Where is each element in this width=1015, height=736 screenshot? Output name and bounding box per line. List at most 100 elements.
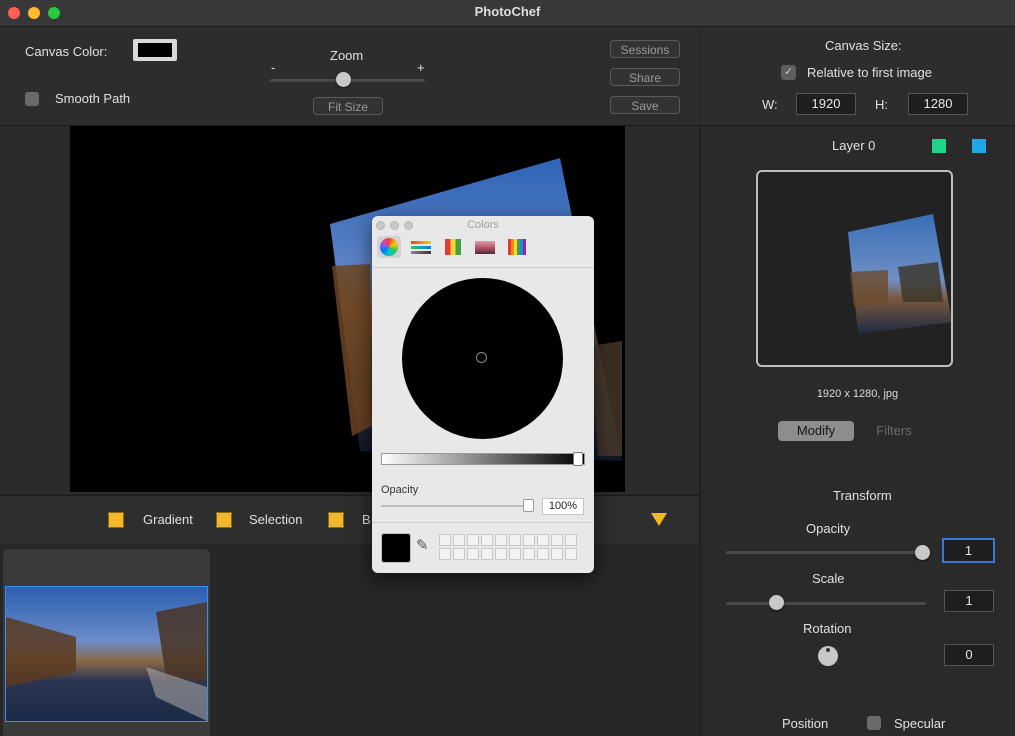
- layer-preview[interactable]: [756, 170, 953, 367]
- canvas-color-label: Canvas Color:: [25, 44, 108, 59]
- color-swatch[interactable]: [565, 534, 577, 546]
- window-title: PhotoChef: [474, 4, 541, 19]
- color-opacity-slider[interactable]: [381, 505, 531, 507]
- minimize-window-button[interactable]: [28, 7, 40, 19]
- scale-field[interactable]: 1: [944, 590, 994, 612]
- layer-info: 1920 x 1280, jpg: [816, 388, 899, 400]
- brightness-slider[interactable]: [381, 453, 585, 465]
- third-tool-toggle[interactable]: [328, 512, 344, 528]
- color-swatch[interactable]: [509, 548, 521, 560]
- canvas-width-field[interactable]: 1920: [796, 93, 856, 115]
- height-label: H:: [875, 97, 888, 112]
- color-swatch[interactable]: [453, 548, 465, 560]
- color-opacity-knob[interactable]: [523, 499, 534, 512]
- colors-minimize-button[interactable]: [390, 221, 399, 230]
- image-palettes-icon: [475, 241, 495, 254]
- color-opacity-field[interactable]: 100%: [542, 498, 584, 515]
- color-swatch[interactable]: [439, 534, 451, 546]
- color-sliders-tab[interactable]: [409, 236, 433, 258]
- opacity-label: Opacity: [806, 521, 851, 536]
- color-swatch[interactable]: [439, 548, 451, 560]
- canvas-color-swatch: [138, 43, 172, 57]
- zoom-plus-label: +: [417, 60, 425, 75]
- color-swatch[interactable]: [495, 534, 507, 546]
- transform-title: Transform: [833, 488, 892, 503]
- layer-color-green[interactable]: [932, 139, 946, 153]
- colors-panel: Colors Opacity 100% ✎: [372, 216, 594, 573]
- colors-close-button[interactable]: [376, 221, 385, 230]
- tab-modify[interactable]: Modify: [778, 421, 854, 441]
- selection-toggle[interactable]: [216, 512, 232, 528]
- selection-label: Selection: [249, 512, 303, 527]
- brightness-slider-knob[interactable]: [573, 452, 583, 466]
- share-button[interactable]: Share: [610, 68, 680, 86]
- color-swatch[interactable]: [551, 534, 563, 546]
- close-window-button[interactable]: [8, 7, 20, 19]
- gradient-toggle[interactable]: [108, 512, 124, 528]
- scale-slider-track[interactable]: [726, 602, 926, 605]
- relative-checkbox[interactable]: ✓: [781, 65, 796, 80]
- pencils-tab[interactable]: [505, 236, 529, 258]
- color-swatch[interactable]: [467, 548, 479, 560]
- zoom-minus-label: -: [271, 60, 276, 75]
- color-wheel-icon: [380, 238, 398, 256]
- width-label: W:: [762, 97, 778, 112]
- layer-color-blue[interactable]: [972, 139, 986, 153]
- canvas-height-field[interactable]: 1280: [908, 93, 968, 115]
- rotation-field[interactable]: 0: [944, 644, 994, 666]
- color-swatch[interactable]: [523, 548, 535, 560]
- zoom-slider-knob[interactable]: [336, 72, 351, 87]
- image-palettes-tab[interactable]: [473, 236, 497, 258]
- scale-slider-knob[interactable]: [769, 595, 784, 610]
- eyedropper-icon[interactable]: ✎: [416, 537, 432, 555]
- tab-filters[interactable]: Filters: [856, 421, 932, 441]
- color-opacity-label: Opacity: [381, 484, 419, 496]
- relative-to-first-image-label: Relative to first image: [807, 65, 932, 80]
- color-swatch[interactable]: [509, 534, 521, 546]
- colors-zoom-button[interactable]: [404, 221, 413, 230]
- specular-label: Specular: [894, 716, 946, 731]
- gradient-label: Gradient: [143, 512, 193, 527]
- image-thumbnail-card[interactable]: [3, 549, 210, 736]
- layer-name: Layer 0: [832, 138, 876, 153]
- canvas-size-title: Canvas Size:: [825, 38, 902, 53]
- title-bar: PhotoChef: [0, 0, 1015, 27]
- sessions-button[interactable]: Sessions: [610, 40, 680, 58]
- triangle-down-icon[interactable]: [651, 513, 667, 526]
- color-swatch[interactable]: [495, 548, 507, 560]
- color-palettes-tab[interactable]: [441, 236, 465, 258]
- position-label: Position: [782, 716, 829, 731]
- rotation-label: Rotation: [803, 621, 852, 636]
- specular-checkbox[interactable]: [867, 716, 881, 730]
- color-wheel-tab[interactable]: [377, 236, 401, 258]
- opacity-field[interactable]: 1: [942, 538, 995, 563]
- rotation-dial[interactable]: [818, 646, 838, 666]
- colors-divider: [372, 267, 594, 268]
- color-wheel[interactable]: [402, 278, 563, 439]
- color-swatch[interactable]: [565, 548, 577, 560]
- save-button[interactable]: Save: [610, 96, 680, 114]
- color-swatch[interactable]: [467, 534, 479, 546]
- opacity-slider-track[interactable]: [726, 551, 926, 554]
- smooth-path-label: Smooth Path: [55, 91, 131, 106]
- current-color-well[interactable]: [381, 533, 411, 563]
- zoom-label: Zoom: [330, 48, 364, 63]
- layer-thumbnail-image: [848, 214, 951, 334]
- color-swatch[interactable]: [481, 534, 493, 546]
- opacity-slider-knob[interactable]: [915, 545, 930, 560]
- smooth-path-checkbox[interactable]: [25, 92, 39, 106]
- third-tool-label: B: [362, 512, 371, 527]
- color-swatch[interactable]: [523, 534, 535, 546]
- image-thumbnail: [5, 586, 208, 722]
- crosshair-icon: [476, 352, 487, 363]
- color-swatch[interactable]: [481, 548, 493, 560]
- color-swatch[interactable]: [537, 548, 549, 560]
- zoom-window-button[interactable]: [48, 7, 60, 19]
- color-swatch[interactable]: [453, 534, 465, 546]
- rotation-dial-indicator: [826, 648, 830, 652]
- color-swatch[interactable]: [537, 534, 549, 546]
- color-swatch[interactable]: [551, 548, 563, 560]
- pencils-icon: [508, 239, 526, 255]
- fit-size-button[interactable]: Fit Size: [313, 97, 383, 115]
- canvas-color-well[interactable]: [133, 39, 177, 61]
